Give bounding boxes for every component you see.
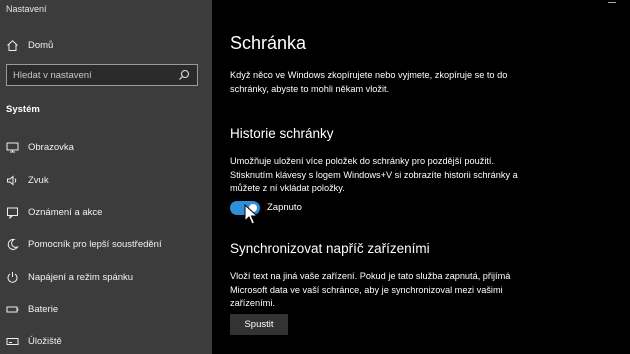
minimize-button[interactable] [608,2,616,3]
sidebar-item-label: Oznámení a akce [28,206,103,218]
sidebar-item-label: Zvuk [28,174,49,186]
home-icon [5,38,19,52]
main-content: Schránka Když něco ve Windows zkopírujet… [212,0,630,354]
speaker-icon [5,173,19,187]
notification-icon [5,205,19,219]
toggle-state-label: Zapnuto [267,202,302,213]
sidebar-item-label: Baterie [28,303,59,315]
sidebar-item-label: Napájení a režim spánku [28,271,134,283]
moon-icon [5,237,19,251]
sidebar-item-label: Pomocník pro lepší soustředění [28,238,162,250]
power-icon [5,270,19,284]
sidebar-item-label: Úložiště [28,335,62,347]
sidebar-item-home[interactable]: Domů [0,33,212,57]
storage-icon [5,334,19,348]
page-title: Schránka [230,33,307,53]
section-title: Systém [6,104,40,115]
sidebar-item-oznameni[interactable]: Oznámení a akce [0,200,212,224]
window-title: Nastavení [6,4,47,14]
sidebar-item-label: Obrazovka [28,141,74,153]
sidebar-item-obrazovka[interactable]: Obrazovka [0,135,212,159]
monitor-icon [5,140,19,154]
intro-text: Když něco ve Windows zkopírujete nebo vy… [230,70,508,94]
sync-description: Vloží text na jiná vaše zařízení. Pokud … [230,271,511,308]
sidebar-item-uloziste[interactable]: Úložiště [0,329,212,353]
sidebar-item-zvuk[interactable]: Zvuk [0,168,212,192]
search-box[interactable] [6,64,198,86]
sync-heading: Synchronizovat napříč zařízeními [230,241,430,256]
search-icon[interactable] [176,67,192,83]
sidebar-item-baterie[interactable]: Baterie [0,297,212,321]
sidebar: Nastavení Domů Systém Obrazovka Zvuk Ozn… [0,0,212,354]
history-description: Umožňuje uložení více položek do schránk… [230,156,518,193]
mouse-cursor-icon [244,204,258,225]
sidebar-item-soustredeni[interactable]: Pomocník pro lepší soustředění [0,232,212,256]
history-heading: Historie schránky [230,126,334,141]
start-button[interactable]: Spustit [230,314,288,335]
sidebar-item-label: Domů [28,39,54,51]
battery-icon [5,302,19,316]
sidebar-item-napajeni[interactable]: Napájení a režim spánku [0,265,212,289]
search-input[interactable] [7,68,176,82]
